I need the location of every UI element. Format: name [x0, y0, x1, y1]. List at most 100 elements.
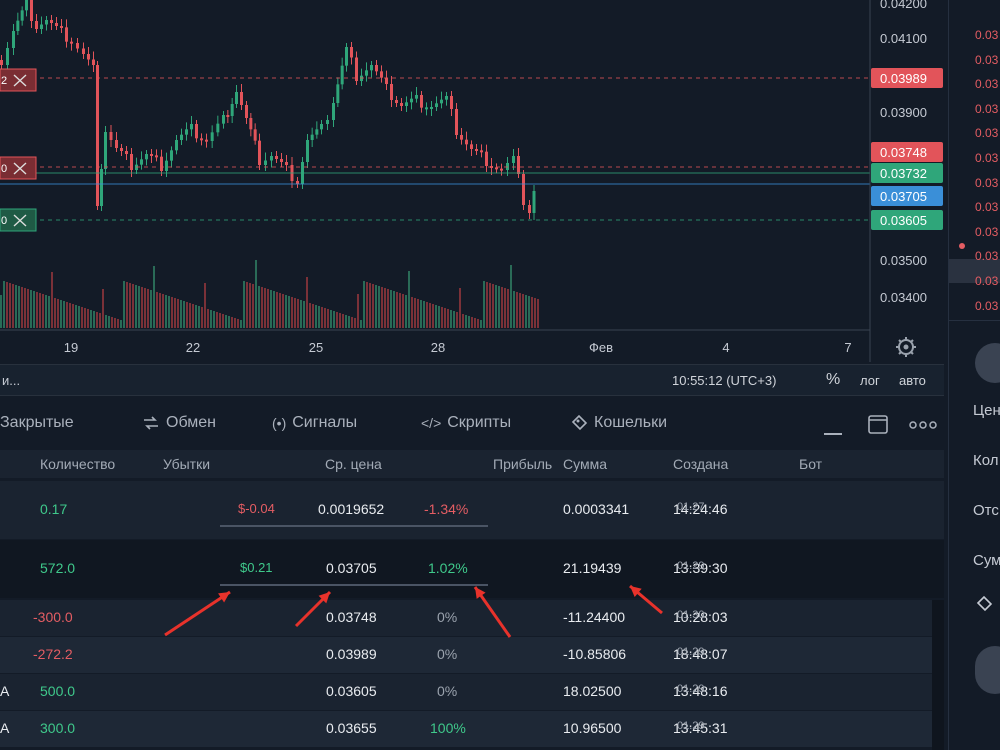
volume-bar [327, 309, 329, 328]
row-created-date: 01.29 [677, 646, 705, 658]
order-line-label[interactable]: 0 [0, 156, 37, 180]
candle-body [415, 95, 418, 99]
candle-body [280, 159, 283, 162]
col-profit[interactable]: Прибыль [493, 456, 552, 472]
log-scale-toggle[interactable]: лог [860, 373, 880, 388]
side-order-price[interactable]: 0.03 [975, 77, 998, 91]
candle-body [65, 27, 68, 42]
signal-icon: (•) [272, 415, 287, 431]
candle-body [385, 77, 388, 84]
tab-signals[interactable]: (•) Сигналы [272, 414, 357, 432]
volume-bar [420, 300, 422, 328]
price-tick-label: 0.03400 [880, 290, 927, 305]
candle-body [45, 20, 48, 25]
volume-bar [207, 309, 209, 328]
volume-bar [441, 307, 443, 328]
table-row[interactable]: A 300.0 0.03655 100% 10.96500 13:45:31 01.29 [0, 711, 944, 747]
candle-body [240, 92, 243, 105]
volume-bar [267, 289, 269, 328]
candle-body [258, 140, 261, 165]
table-row[interactable]: 572.0 $0.21 0.03705 1.02% 21.19439 13:39:30 01… [0, 540, 944, 598]
volume-bar [159, 293, 161, 328]
tab-closed[interactable]: Закрытые [0, 414, 74, 432]
col-sum[interactable]: Сумма [563, 456, 607, 472]
order-line-label[interactable]: 0 [0, 208, 37, 232]
candle-body [440, 99, 443, 104]
volume-bar [417, 299, 419, 328]
col-avg-price[interactable]: Ср. цена [325, 456, 382, 472]
tab-wallets[interactable]: Кошельки [570, 414, 667, 432]
side-order-price[interactable]: 0.03 [975, 102, 998, 116]
more-options-icon[interactable] [908, 418, 938, 432]
order-line-label-text: 0 [1, 163, 7, 175]
tab-scripts[interactable]: </> Скрипты [421, 414, 511, 432]
volume-bar [381, 287, 383, 328]
volume-bar [507, 289, 509, 328]
volume-bar [183, 301, 185, 328]
panel-controls [822, 414, 944, 438]
candle-body [315, 129, 319, 135]
volume-bar [447, 309, 449, 328]
tag-button[interactable] [975, 343, 1000, 383]
table-scrollbar[interactable] [932, 600, 944, 750]
row-created-date: 01.29 [677, 720, 705, 732]
chart-toolbar: и... 10:55:12 (UTC+3) % лог авто [0, 364, 944, 396]
submit-button[interactable] [975, 646, 1000, 694]
volume-bar [384, 288, 386, 328]
side-order-price[interactable]: 0.03 [975, 299, 998, 313]
volume-bar [357, 294, 359, 328]
row-created-date: 01.30 [677, 609, 705, 621]
volume-bar [6, 282, 8, 328]
candle-body [450, 96, 453, 109]
auto-scale-toggle[interactable]: авто [899, 373, 926, 388]
volume-bar [102, 289, 104, 328]
candle-body [390, 84, 393, 100]
current-price-dot [959, 243, 965, 249]
percent-scale-toggle[interactable]: % [826, 371, 840, 389]
row-sum: 0.0003341 [563, 501, 630, 517]
volume-bar [444, 308, 446, 328]
col-bot[interactable]: Бот [799, 456, 822, 472]
col-quantity[interactable]: Количество [40, 456, 115, 472]
side-order-price[interactable]: 0.03 [975, 274, 998, 288]
candle-body [130, 154, 133, 170]
col-created[interactable]: Создана [673, 456, 728, 472]
side-order-price[interactable]: 0.03 [975, 225, 998, 239]
side-order-price[interactable]: 0.03 [975, 53, 998, 67]
volume-bar [108, 316, 110, 328]
candle-body [528, 205, 531, 213]
col-loss[interactable]: Убытки [163, 456, 210, 472]
candle-body [235, 92, 238, 104]
volume-bar [471, 317, 473, 328]
volume-bar [408, 271, 410, 328]
volume-bar [282, 294, 284, 328]
order-line-label[interactable]: 2 [0, 68, 37, 92]
minimize-icon[interactable] [822, 418, 844, 438]
volume-bar [15, 285, 17, 328]
price-chart[interactable]: 200 0.042000.041000.039000.035000.03400 … [0, 0, 1000, 395]
side-order-price[interactable]: 0.03 [975, 151, 998, 165]
side-order-price[interactable]: 0.03 [975, 249, 998, 263]
volume-bar [414, 298, 416, 328]
candle-body [512, 156, 515, 163]
side-order-price[interactable]: 0.03 [975, 28, 998, 42]
side-order-price[interactable]: 0.03 [975, 176, 998, 190]
candle-body [12, 31, 15, 48]
settings-gear-icon[interactable] [896, 337, 916, 357]
table-row[interactable]: 0.17 $-0.04 0.0019652 -1.34% 0.0003341 14:24:… [0, 481, 944, 539]
maximize-icon[interactable] [866, 414, 890, 436]
tab-closed-label: Закрытые [0, 414, 74, 431]
tab-exchange[interactable]: Обмен [142, 414, 216, 432]
table-row[interactable]: -272.2 0.03989 0% -10.85806 18:48:07 01.29 [0, 637, 944, 673]
side-order-price[interactable]: 0.03 [975, 126, 998, 140]
candle-body [216, 123, 220, 133]
volume-bar [75, 305, 77, 328]
side-order-price[interactable]: 0.03 [975, 200, 998, 214]
volume-bar [117, 319, 119, 328]
volume-bar [519, 293, 521, 328]
table-row[interactable]: -300.0 0.03748 0% -11.24400 10:28:03 01.30 [0, 600, 944, 636]
volume-bar [60, 300, 62, 328]
candle-body [320, 124, 323, 130]
volume-bar [297, 299, 299, 328]
table-row[interactable]: A 500.0 0.03605 0% 18.02500 13:48:16 01.29 [0, 674, 944, 710]
